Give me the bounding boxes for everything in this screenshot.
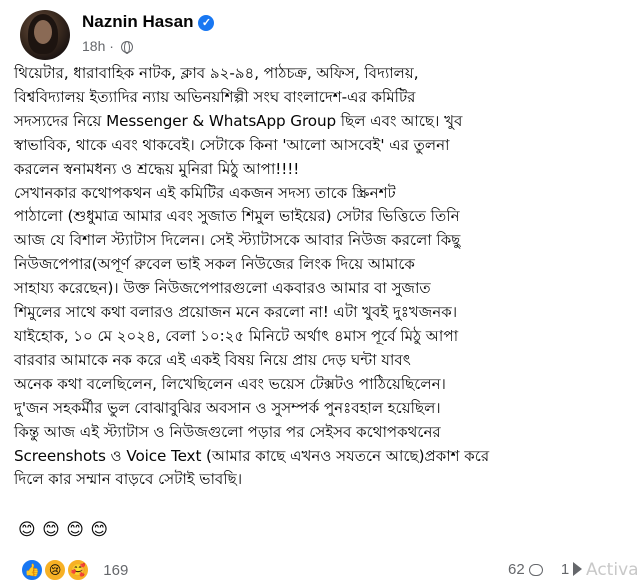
share-count[interactable]: 1 [561, 561, 569, 578]
smile-emoji-icon: 😊 [42, 520, 60, 540]
post-body: থিয়েটার, ধারাবাহিক নাটক, ক্লাব ৯২-৯৪, প… [14, 64, 490, 489]
smile-emoji-icon: 😊 [18, 520, 36, 540]
share-icon [573, 562, 583, 576]
activate-watermark: Activa [586, 560, 639, 580]
post-footer: 👍 😢 🥰 169 62 1 [0, 552, 640, 583]
comment-count[interactable]: 62 [508, 561, 525, 578]
avatar-face [34, 20, 52, 44]
smile-emoji-icon: 😊 [90, 520, 109, 540]
meta-separator: · [109, 38, 114, 54]
care-reaction-icon: 🥰 [66, 558, 91, 582]
emoji-row: 😊 😊 😊 😊 [18, 520, 109, 540]
sad-reaction-icon: 😢 [43, 558, 68, 582]
engagement-stats: 62 1 [508, 561, 583, 578]
reaction-count[interactable]: 169 [103, 562, 128, 579]
reaction-summary[interactable]: 👍 😢 🥰 169 [20, 558, 128, 582]
avatar[interactable] [20, 10, 70, 60]
smile-emoji-icon: 😊 [66, 520, 85, 540]
like-reaction-icon: 👍 [20, 558, 44, 582]
post-meta: 18h · [82, 38, 133, 54]
author-name[interactable]: Naznin Hasan [82, 12, 193, 31]
comment-icon [528, 564, 543, 576]
author-row: Naznin Hasan ✓ [82, 12, 215, 32]
post-card: Naznin Hasan ✓ 18h · থিয়েটার, ধারাবাহিক … [0, 0, 640, 583]
verified-badge-icon: ✓ [198, 15, 215, 31]
globe-icon [120, 41, 133, 54]
post-time[interactable]: 18h [82, 38, 105, 54]
